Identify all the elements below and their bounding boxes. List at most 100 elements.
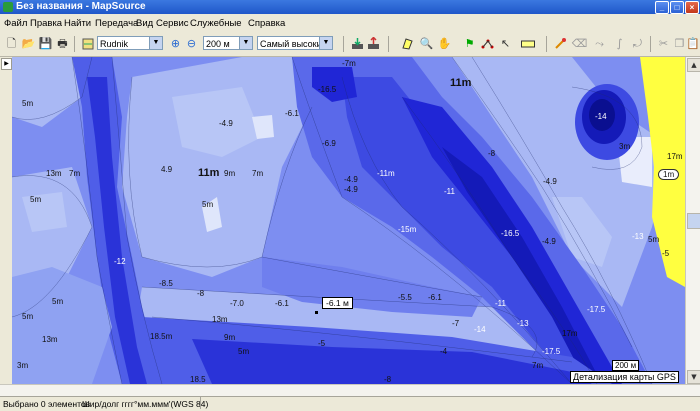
map-scale-bar: 200 м [612, 360, 640, 371]
eraser-icon[interactable]: ⌫ [572, 36, 588, 51]
depth-label: -4.9 [344, 175, 358, 184]
select-arrow-icon[interactable]: ↖ [498, 36, 513, 51]
depth-label: -6.1 [428, 293, 442, 302]
chevron-down-icon[interactable]: ▼ [149, 37, 162, 49]
new-file-icon[interactable]: 🗋 [4, 36, 19, 51]
menu-file[interactable]: Файл [4, 18, 27, 29]
depth-label: 7m [69, 169, 81, 178]
toolbar-separator [74, 36, 75, 52]
zoom-tool-icon[interactable]: 🔍 [419, 36, 434, 51]
scroll-up-icon[interactable]: ▲ [687, 58, 700, 72]
maximize-button[interactable]: □ [670, 1, 684, 14]
depth-label: -7m [342, 59, 356, 68]
depth-label: -5 [318, 339, 326, 348]
depth-label: 1m [658, 169, 680, 180]
zoom-in-icon[interactable]: ⊕ [168, 36, 183, 51]
zoom-out-icon[interactable]: ⊖ [184, 36, 199, 51]
depth-label: -11 [495, 299, 506, 308]
menu-tools[interactable]: Сервис [156, 18, 189, 29]
expand-panel-icon[interactable]: ▶ [1, 58, 12, 70]
open-folder-icon[interactable]: 📂 [21, 36, 36, 51]
depth-label: -7 [452, 319, 460, 328]
depth-label: -5.5 [398, 293, 412, 302]
title-bar: Без названия - MapSource _ □ × [0, 0, 700, 14]
join-track-icon[interactable]: ⤳ [592, 36, 607, 51]
depth-label: 7m [532, 361, 544, 370]
toolbar: 🗋 📂 💾 🖶 Rudnik ▼ ⊕ ⊖ 200 м ▼ Самый высок… [0, 32, 700, 57]
depth-label: -17.5 [587, 305, 606, 314]
coordinate-format: Шир/долг гггг°мм.ммм'(WGS 84) [82, 399, 209, 409]
toolbar-separator [343, 36, 344, 52]
depth-label: -8 [384, 375, 392, 384]
map-detail-value: Самый высокий [260, 39, 327, 49]
depth-label: -6.1 [285, 109, 299, 118]
depth-label: -6.1 [275, 299, 289, 308]
depth-label: 5m [22, 312, 34, 321]
map-view[interactable]: -16.5 -7m 11m -14 3m 17m 1m -6.1 -4.9 -6… [12, 57, 685, 384]
depth-label: -7.0 [230, 299, 244, 308]
distance-ruler-icon[interactable] [520, 36, 535, 51]
scroll-down-icon[interactable]: ▼ [687, 370, 700, 384]
paste-icon[interactable]: 📋 [686, 36, 700, 51]
mapsource-app-icon [3, 2, 13, 12]
chevron-down-icon[interactable]: ▼ [239, 37, 252, 49]
chevron-down-icon[interactable]: ▼ [319, 37, 332, 49]
depth-label: -11m [377, 169, 395, 178]
left-panel-collapsed: ▶ [0, 57, 12, 384]
menu-edit[interactable]: Правка [30, 18, 62, 29]
depth-label: -14 [595, 112, 607, 121]
zoom-scale-select[interactable]: 200 м ▼ [203, 36, 253, 50]
depth-label: 5m [52, 297, 64, 306]
minimize-button[interactable]: _ [655, 1, 669, 14]
map-product-select[interactable]: Rudnik ▼ [97, 36, 163, 50]
depth-label: -4.9 [344, 185, 358, 194]
waypoint-flag-icon[interactable]: ⚑ [462, 36, 477, 51]
map-tool-icon[interactable] [400, 36, 415, 51]
depth-label: 13m [212, 315, 228, 324]
menu-find[interactable]: Найти [64, 18, 91, 29]
depth-label: 9m [224, 333, 236, 342]
depth-label: 18.5 [190, 375, 206, 384]
menu-view[interactable]: Вид [136, 18, 153, 29]
depth-label: 4.9 [161, 165, 173, 174]
selection-status: Выбрано 0 элементов [3, 399, 91, 409]
depth-label: 5m [648, 235, 660, 244]
copy-icon[interactable]: ❐ [672, 36, 687, 51]
status-empty-pane [200, 397, 281, 409]
menu-help[interactable]: Справка [248, 18, 285, 29]
depth-label: -13 [517, 319, 529, 328]
divide-track-icon[interactable]: ∫ [612, 36, 627, 51]
toolbar-separator [546, 36, 547, 52]
depth-label: -13 [632, 232, 644, 241]
hand-icon[interactable]: ✋ [437, 36, 452, 51]
save-icon[interactable]: 💾 [38, 36, 53, 51]
scroll-thumb[interactable] [687, 213, 700, 229]
depth-label: 5m [202, 200, 214, 209]
bathymetry-map [12, 57, 685, 384]
map-detail-select[interactable]: Самый высокий ▼ [257, 36, 333, 50]
depth-label: 13m [42, 335, 58, 344]
depth-label: -8 [197, 289, 205, 298]
send-to-device-icon[interactable] [366, 36, 381, 51]
menu-bar: Файл Правка Найти Передача Вид Сервис Сл… [0, 14, 700, 32]
route-tool-icon[interactable] [480, 36, 495, 51]
print-icon[interactable]: 🖶 [55, 36, 70, 51]
toolbar-separator [650, 36, 651, 52]
depth-label: -15m [398, 225, 417, 234]
menu-utilities[interactable]: Служебные [190, 18, 242, 29]
reverse-track-icon[interactable]: ⤾ [630, 36, 645, 51]
map-detail-label: Детализация карты GPS [570, 371, 679, 383]
depth-label: -4.9 [543, 177, 557, 186]
depth-label: -16.5 [318, 85, 337, 94]
depth-label: -4.9 [542, 237, 556, 246]
map-product-icon[interactable] [80, 36, 95, 51]
track-draw-icon[interactable] [553, 36, 568, 51]
receive-from-device-icon[interactable] [350, 36, 365, 51]
cut-icon[interactable]: ✂ [656, 36, 671, 51]
close-button[interactable]: × [685, 1, 699, 14]
cursor-depth-tooltip: -6.1 м [322, 297, 353, 309]
vertical-scrollbar[interactable]: ▲ ▼ [685, 57, 700, 384]
menu-transfer[interactable]: Передача [95, 18, 138, 29]
depth-label: 5m [238, 347, 250, 356]
map-product-value: Rudnik [100, 39, 129, 49]
